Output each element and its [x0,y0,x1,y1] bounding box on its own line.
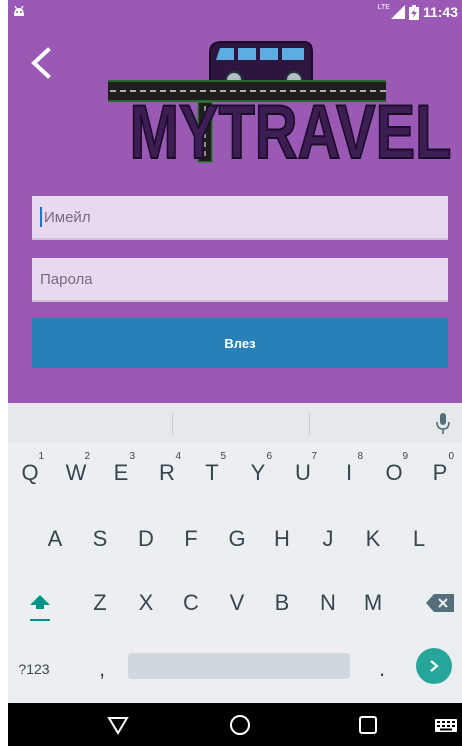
space-bar[interactable] [128,653,350,679]
key-v[interactable]: V [215,573,259,633]
enter-key[interactable] [416,648,452,684]
status-bar: LTE 11:43 [8,0,462,24]
suggestion-divider [309,413,310,435]
key-u[interactable]: U7 [281,443,325,503]
status-indicators: LTE 11:43 [377,3,458,21]
soft-keyboard: Q1 W2 E3 R4 T5 Y6 U7 I8 O9 P0 A S D F G … [8,403,462,703]
key-q[interactable]: Q1 [8,443,52,503]
comma-key[interactable]: , [80,639,124,699]
text-cursor [40,207,42,227]
suggestion-divider [172,413,173,435]
status-time: 11:43 [422,4,458,20]
email-field[interactable]: Имейл [32,196,448,240]
password-field[interactable]: Парола [32,258,448,302]
screen-edge [0,0,8,746]
key-w[interactable]: W2 [54,443,98,503]
key-e[interactable]: E3 [99,443,143,503]
key-b[interactable]: B [260,573,304,633]
keyboard-row-4: ?123 , . [8,639,462,699]
android-notification-icon [14,5,24,16]
key-n[interactable]: N [306,573,350,633]
battery-charging-icon [408,4,419,20]
keyboard-switch-icon[interactable] [434,713,458,737]
logo-text: MYTRAVEL [129,90,452,175]
microphone-icon[interactable] [436,413,450,435]
shift-arrow-icon [30,595,50,609]
period-key[interactable]: . [360,639,404,699]
backspace-icon [426,594,454,612]
signal-icon [390,5,405,19]
key-j[interactable]: J [306,509,350,569]
key-r[interactable]: R4 [145,443,189,503]
navigation-bar [8,703,462,746]
suggestion-strip [8,403,462,443]
home-circle-icon[interactable] [228,713,252,737]
key-f[interactable]: F [169,509,213,569]
phone-screen: LTE 11:43 MYTRAVEL Имейл Парола Влез Q 1… [8,0,462,746]
mytravel-logo: MYTRAVEL [98,40,452,172]
email-placeholder: Имейл [44,208,91,226]
shift-key[interactable] [18,573,62,633]
keyboard-row-1: Q1 W2 E3 R4 T5 Y6 U7 I8 O9 P0 [8,443,462,503]
key-x[interactable]: X [124,573,168,633]
key-z[interactable]: Z [78,573,122,633]
key-d[interactable]: D [124,509,168,569]
key-p[interactable]: P0 [418,443,462,503]
keyboard-row-3: Z X C V B N M [8,573,462,633]
key-o[interactable]: O9 [372,443,416,503]
key-c[interactable]: C [169,573,213,633]
key-a[interactable]: A [33,509,77,569]
key-l[interactable]: L [397,509,441,569]
back-arrow-icon[interactable] [26,46,56,80]
key-m[interactable]: M [351,573,395,633]
shift-active-indicator [30,619,50,621]
key-t[interactable]: T5 [190,443,234,503]
key-s[interactable]: S [78,509,122,569]
chevron-right-icon [430,660,439,672]
key-g[interactable]: G [215,509,259,569]
key-i[interactable]: I8 [327,443,371,503]
back-triangle-icon[interactable] [106,713,130,737]
key-h[interactable]: H [260,509,304,569]
keyboard-row-2: A S D F G H J K L [8,509,462,569]
password-placeholder: Парола [40,270,93,288]
key-k[interactable]: K [351,509,395,569]
key-y[interactable]: Y6 [236,443,280,503]
login-button[interactable]: Влез [32,318,448,368]
backspace-key[interactable] [418,573,462,633]
symbols-key[interactable]: ?123 [12,639,56,699]
network-type: LTE [377,3,390,11]
recents-square-icon[interactable] [356,713,380,737]
